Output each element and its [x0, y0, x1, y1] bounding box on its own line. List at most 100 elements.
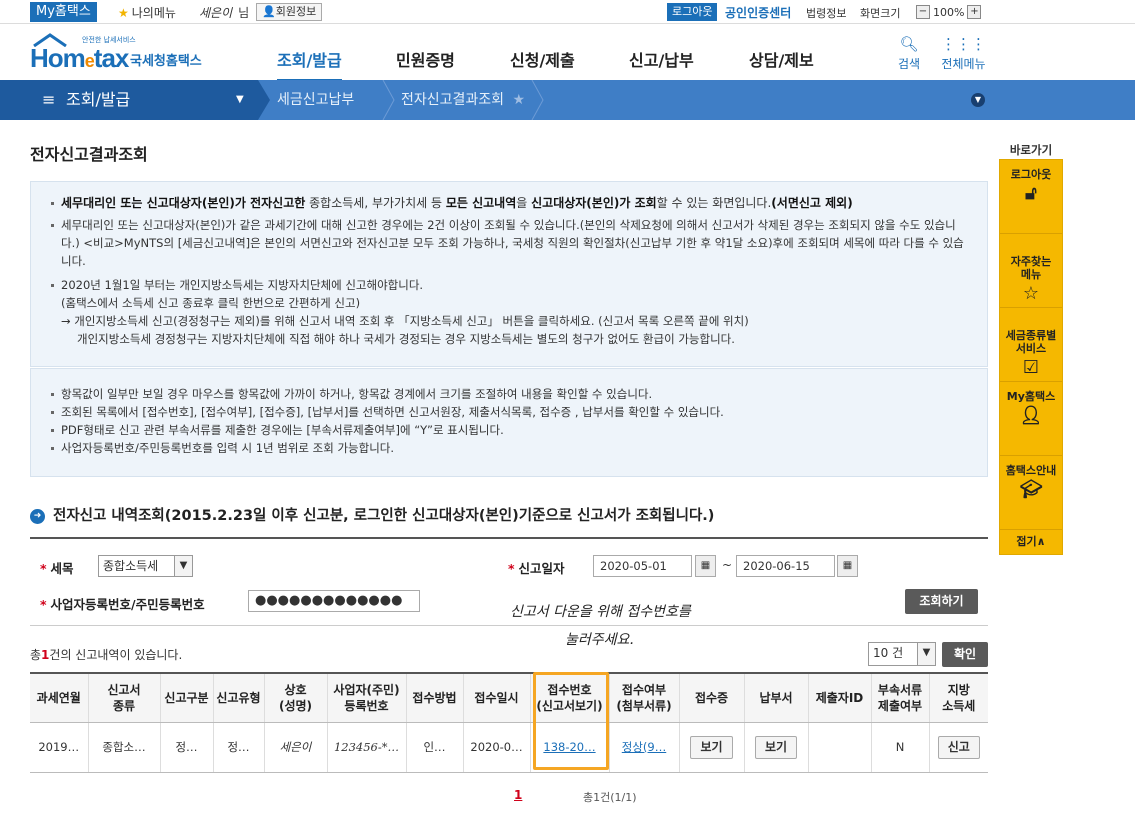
- report-date-label: * 신고일자: [508, 558, 565, 577]
- page-size-value: 10 건: [873, 646, 904, 660]
- tax-type-value: 종합소득세: [103, 559, 159, 573]
- user-name: 세은이: [199, 6, 233, 20]
- header-line: 종류: [112, 698, 136, 713]
- header-line: 신고서: [107, 682, 141, 697]
- location-root-dropdown[interactable]: ≡ 조회/발급 ▼: [0, 80, 258, 120]
- search-icon: 🔍︎: [899, 35, 919, 53]
- header-line: 부속서류: [877, 682, 923, 697]
- logout-button[interactable]: 로그아웃: [667, 3, 718, 21]
- status-link[interactable]: 정상(9…: [622, 740, 666, 754]
- header-line: 납부서: [759, 690, 793, 705]
- quick-logout[interactable]: 로그아웃 🔓︎: [1000, 160, 1062, 234]
- date-from-input[interactable]: 2020-05-01: [593, 555, 692, 577]
- cell-name: 세은이: [263, 722, 327, 773]
- zoom-in-button[interactable]: +: [967, 5, 982, 19]
- page-size-confirm-button[interactable]: 확인: [942, 642, 988, 667]
- favorite-star-icon[interactable]: ★: [513, 92, 526, 108]
- quick-menu-title: 바로가기: [1009, 143, 1053, 157]
- result-count-suffix: 건의 신고내역이 있습니다.: [49, 648, 183, 662]
- notice-text: 을: [516, 196, 532, 210]
- quick-fold-button[interactable]: 접기∧: [1000, 530, 1062, 554]
- cell-report-type: 정…: [212, 722, 264, 773]
- result-count-prefix: 총: [30, 648, 42, 662]
- user-greeting: 세은이 님: [199, 4, 249, 21]
- location-current-label: 전자신고결과조회: [401, 92, 505, 108]
- header-line: 상호: [284, 682, 307, 697]
- search-link[interactable]: 🔍︎ 검색: [898, 35, 920, 72]
- star-icon: ★: [118, 6, 129, 20]
- calendar-icon[interactable]: ▦: [695, 555, 716, 577]
- col-header-period: 과세연월: [30, 672, 88, 723]
- zoom-out-button[interactable]: −: [916, 5, 930, 19]
- zoom-level: 100%: [933, 5, 965, 19]
- calendar-icon[interactable]: ▦: [837, 555, 858, 577]
- notice-line-3b: (홈택스에서 소득세 신고 종료후 클릭 한번으로 간편하게 신고): [61, 296, 361, 310]
- location-item-tax-report[interactable]: 세금신고납부: [277, 80, 354, 120]
- location-item-current[interactable]: 전자신고결과조회 ★: [401, 80, 525, 120]
- member-info-button[interactable]: 👤회원정보: [256, 3, 323, 21]
- date-separator: ~: [722, 558, 733, 572]
- nav-report-pay[interactable]: 신고/납부: [629, 47, 694, 71]
- page-size-select[interactable]: 10 건 ▼: [868, 642, 936, 666]
- nav-consult[interactable]: 상담/제보: [749, 47, 814, 71]
- notice2-line: PDF형태로 신고 관련 부속서류를 제출한 경우에는 [부속서류제출여부]에 …: [47, 421, 971, 439]
- cell-attachment: N: [870, 722, 929, 773]
- member-info-label: 회원정보: [275, 5, 317, 18]
- quick-favorites[interactable]: 자주찾는 메뉴 ☆: [1000, 234, 1062, 308]
- notice-line-2: 세무대리인 또는 신고대상자(본인)가 같은 과세기간에 대해 신고한 경우에는…: [47, 216, 971, 270]
- header-line: 신고구분: [164, 690, 209, 705]
- notice-line-3c: → 개인지방소득세 신고(경정청구는 제외)를 위해 신고서 내역 조회 후 「…: [61, 314, 749, 328]
- nav-apply[interactable]: 신청/제출: [510, 47, 575, 71]
- col-header-name: 상호 (성명): [263, 672, 327, 723]
- all-menu-link[interactable]: ⋮⋮⋮ 전체메뉴: [941, 35, 986, 72]
- required-mark: *: [40, 561, 47, 576]
- annotation-line-1: 신고서 다운을 위해 접수번호를: [510, 604, 691, 620]
- quick-tax-services[interactable]: 세금종류별 서비스 ☑: [1000, 308, 1062, 382]
- local-tax-report-button[interactable]: 신고: [937, 735, 980, 759]
- page-link-1[interactable]: 1: [514, 788, 522, 802]
- chevron-right-icon: [382, 80, 395, 120]
- tax-type-select[interactable]: 종합소득세 ▼: [98, 555, 193, 577]
- tax-type-label-text: 세목: [50, 561, 74, 576]
- notice-bold: 모든 신고내역: [445, 196, 517, 210]
- receipt-no-link[interactable]: 138-20…: [543, 740, 595, 754]
- page-title: 전자신고결과조회: [30, 145, 148, 164]
- date-to-input[interactable]: 2020-06-15: [736, 555, 835, 577]
- section-title-text: 전자신고 내역조회(2015.2.23일 이후 신고분, 로그인한 신고대상자(…: [53, 508, 715, 524]
- law-info-link[interactable]: 법령정보: [806, 5, 846, 21]
- site-header: 안전한 납세서비스 Hometax 국세청홈택스 조회/발급 민원증명 신청/제…: [0, 25, 1135, 82]
- quick-item-label: 로그아웃: [1010, 168, 1052, 181]
- cert-center-link[interactable]: 공인인증센터: [725, 4, 791, 21]
- nav-certificate[interactable]: 민원증명: [396, 47, 455, 71]
- nav-inquiry[interactable]: 조회/발급: [277, 47, 342, 82]
- info-icon: 🎓︎: [1019, 479, 1043, 500]
- cell-reg-no: 123456-*…: [326, 722, 406, 773]
- quick-my-hometax[interactable]: My홈택스 👤︎: [1000, 382, 1062, 456]
- quick-guide[interactable]: 홈택스안내 🎓︎: [1000, 456, 1062, 530]
- logo-e: e: [84, 51, 95, 71]
- search-button[interactable]: 조회하기: [905, 589, 978, 614]
- payment-view-button[interactable]: 보기: [754, 735, 798, 759]
- location-expand-toggle[interactable]: ▼: [971, 93, 985, 107]
- zoom-control: − 100% +: [916, 3, 982, 21]
- screen-size-label: 화면크기: [860, 7, 901, 20]
- reg-no-input[interactable]: ●●●●●●●●●●●●●: [248, 590, 420, 612]
- header-line: 접수번호: [547, 682, 592, 697]
- notice2-line: 항목값이 일부만 보일 경우 마우스를 항목값에 가까이 하거나, 항목값 경계…: [47, 385, 971, 403]
- receipt-view-button[interactable]: 보기: [690, 735, 733, 759]
- logo-main: Hom: [30, 43, 86, 73]
- hometax-logo[interactable]: 안전한 납세서비스 Hometax 국세청홈택스: [30, 33, 210, 73]
- section-title: ➜ 전자신고 내역조회(2015.2.23일 이후 신고분, 로그인한 신고대상자…: [30, 504, 714, 525]
- header-line: 과세연월: [36, 690, 81, 705]
- notice-line-3d: 개인지방소득세 경정청구는 지방자치단체에 직접 해야 하나 국세가 경정되는 …: [77, 332, 735, 346]
- col-header-reg-no: 사업자(주민) 등록번호: [326, 672, 406, 723]
- location-bar: ≡ 조회/발급 ▼ 세금신고납부 전자신고결과조회 ★ ▼: [0, 80, 1135, 120]
- my-hometax-link[interactable]: My홈택스: [30, 2, 97, 22]
- grid-icon: ⋮⋮⋮: [941, 35, 986, 53]
- quick-item-label: 홈택스안내: [1005, 464, 1057, 477]
- my-menu-link[interactable]: ★ 나의메뉴: [118, 4, 176, 21]
- col-header-receipt-no: 접수번호 (신고서보기): [529, 672, 609, 723]
- logout-icon: 🔓︎: [1025, 183, 1037, 204]
- cell-received-at: 2020-0…: [462, 722, 530, 773]
- cell-name-value: 세은이: [279, 740, 312, 754]
